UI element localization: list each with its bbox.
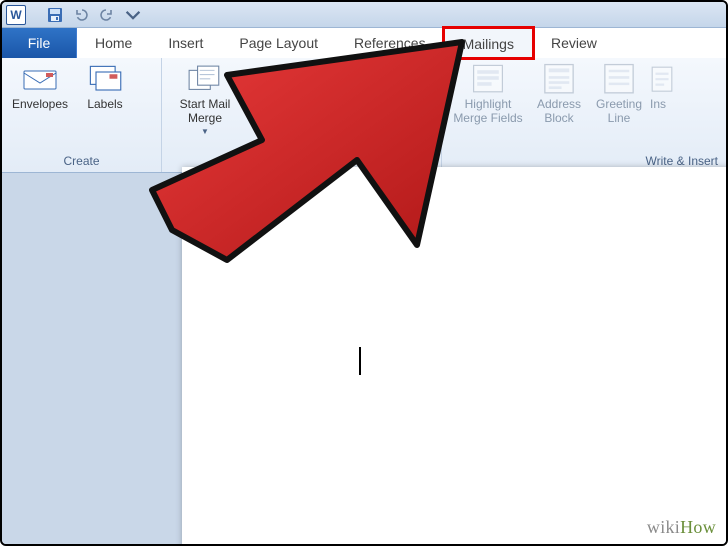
greeting-line-icon: [601, 62, 637, 95]
address-block-icon: [541, 62, 577, 95]
tab-home[interactable]: Home: [77, 28, 150, 58]
ribbon-tabs: File Home Insert Page Layout References …: [2, 28, 726, 58]
tab-page-layout[interactable]: Page Layout: [221, 28, 336, 58]
tab-insert[interactable]: Insert: [150, 28, 221, 58]
highlight-label: Highlight Merge Fields: [453, 98, 522, 126]
labels-button[interactable]: Labels: [78, 62, 132, 112]
group-create-label: Create: [2, 152, 161, 172]
edit-recipient-list-button[interactable]: ist: [399, 62, 435, 112]
envelopes-label: Envelopes: [12, 98, 68, 112]
chevron-down-icon: [125, 7, 141, 23]
tab-mailings[interactable]: Mailings: [444, 28, 533, 58]
labels-label: Labels: [87, 98, 122, 112]
word-logo-icon: W: [6, 5, 26, 25]
greeting-line-button[interactable]: Greeting Line: [590, 62, 648, 126]
redo-icon: [99, 7, 115, 23]
undo-button[interactable]: [70, 5, 92, 25]
start-mail-merge-button[interactable]: Start Mail Merge ▼: [168, 62, 242, 136]
text-cursor: [359, 347, 361, 375]
group-create: Envelopes Labels Create: [2, 58, 162, 172]
greeting-label: Greeting Line: [596, 98, 642, 126]
qat-customize-button[interactable]: [122, 5, 144, 25]
redo-button[interactable]: [96, 5, 118, 25]
document-area: [2, 173, 726, 544]
obscured-label: ist: [423, 98, 435, 112]
envelope-icon: [22, 67, 58, 91]
tab-file[interactable]: File: [2, 28, 77, 58]
wm-right: How: [680, 517, 716, 537]
tab-references[interactable]: References: [336, 28, 444, 58]
document-page[interactable]: [182, 167, 728, 546]
wm-left: wiki: [647, 517, 680, 537]
address-block-button[interactable]: Address Block: [530, 62, 588, 126]
chevron-down-icon: ▼: [201, 127, 209, 136]
tab-view-cut[interactable]: [615, 28, 629, 58]
address-label: Address Block: [537, 98, 581, 126]
highlight-merge-fields-button[interactable]: Highlight Merge Fields: [448, 62, 528, 126]
group-start-mail-merge: Start Mail Merge ▼ ist: [162, 58, 442, 172]
insert-label-cut: Ins: [650, 98, 666, 112]
wikihow-watermark: wikiHow: [647, 517, 716, 538]
labels-icon: [87, 63, 123, 95]
highlight-fields-icon: [470, 63, 506, 94]
start-mail-merge-label: Start Mail Merge: [180, 98, 231, 126]
insert-field-icon: [650, 65, 674, 93]
group-write-insert: Highlight Merge Fields Address Block Gre…: [442, 58, 726, 172]
ribbon-body: Envelopes Labels Create Start Mail Merge…: [2, 58, 726, 173]
list-icon: [399, 61, 435, 97]
save-icon: [47, 7, 63, 23]
undo-icon: [73, 7, 89, 23]
envelopes-button[interactable]: Envelopes: [8, 62, 72, 112]
insert-merge-field-button[interactable]: Ins: [650, 62, 676, 112]
tab-review[interactable]: Review: [533, 28, 615, 58]
app-frame: W File Home Insert Page Layout Reference…: [0, 0, 728, 546]
save-button[interactable]: [44, 5, 66, 25]
title-bar: W: [2, 2, 726, 28]
mail-merge-icon: [187, 64, 223, 94]
